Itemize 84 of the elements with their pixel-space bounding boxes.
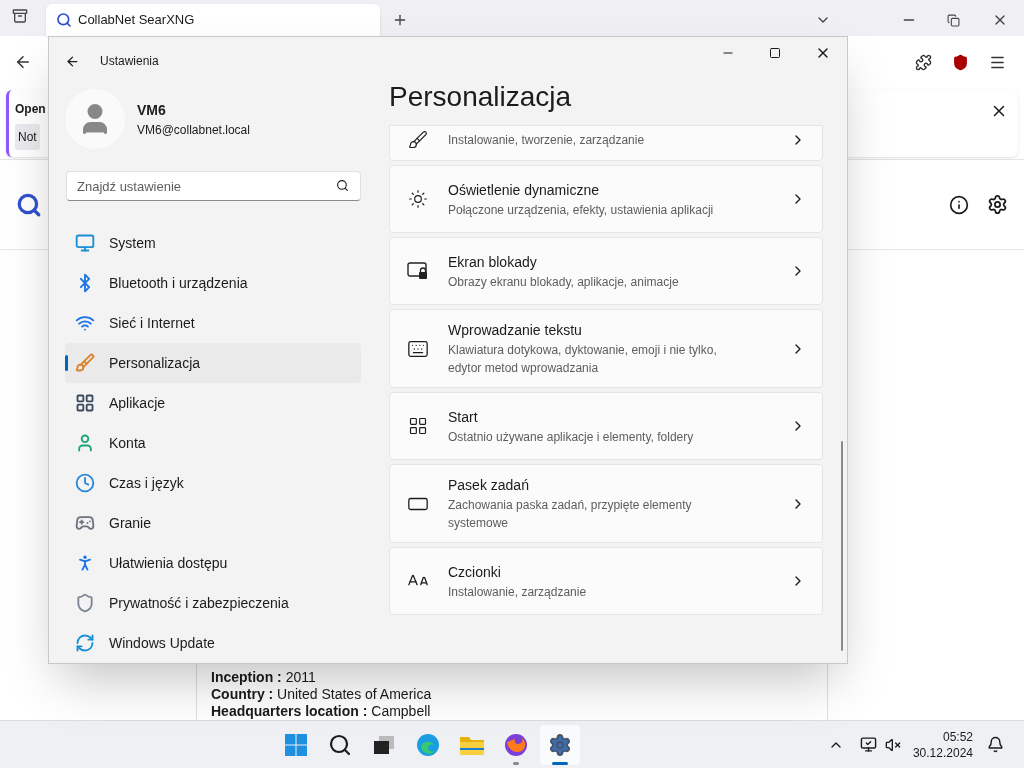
tab-title: CollabNet SearXNG [78,11,195,30]
sun-icon [408,189,428,209]
restore-icon[interactable] [947,14,960,27]
card-title: Oświetlenie dynamiczne [448,180,600,200]
nav-item[interactable]: Bluetooth i urządzenia [65,263,361,303]
running-indicator [512,761,519,765]
nav-item[interactable]: Sieć i Internet [65,303,361,343]
monitor-icon [75,233,95,253]
info-line: Inception : 2011 [211,669,317,685]
nav-item[interactable]: System [65,223,361,263]
card-title: Pasek zadań [448,476,530,495]
nav-item[interactable]: Prywatność i zabezpieczenia [65,583,361,623]
pen-icon [408,130,428,150]
shield-icon[interactable] [952,53,969,71]
back-icon[interactable] [65,53,80,69]
card-title: Start [448,407,479,427]
card-subtitle: Ostatnio używane aplikacje i elementy, foldery [448,428,695,446]
selection-indicator [65,355,68,371]
info-icon[interactable] [949,194,969,215]
nav-item[interactable]: Ułatwienia dostępu [65,543,361,583]
user-name: VM6 [137,100,167,120]
info-line: Headquarters location : Campbell [211,703,432,719]
volume-muted-icon[interactable] [884,736,901,753]
search-icon[interactable] [16,191,42,218]
taskbar-app[interactable] [539,724,580,765]
back-icon[interactable] [14,53,32,71]
settings-card[interactable]: Instalowanie, tworzenie, zarządzanie [389,125,823,161]
task-view-icon [372,734,395,755]
clock-date[interactable]: 30.12.2024 [912,744,973,761]
settings-card[interactable]: Pasek zadań Zachowania paska zadań, przypięte elementy systemowe [389,464,823,543]
fox-globe-icon [503,732,528,757]
card-subtitle: Połączone urządzenia, efekty, ustawienia aplikacji [448,201,715,219]
settings-icon[interactable] [987,194,1008,215]
card-subtitle: Klawiatura dotykowa, dyktowanie, emoji i nie tylko, edytor metod wprowadzania [448,342,718,377]
card-subtitle: Instalowanie, zarządzanie [448,583,588,601]
browser-wave-icon [415,732,440,757]
search-icon [56,12,72,28]
windows-logo-icon [283,732,308,757]
search-icon [336,179,349,192]
brush-icon [75,353,95,373]
shield-icon [75,593,95,613]
user-email: VM6@collabnet.local [137,121,250,139]
card-title: Czcionki [448,562,502,582]
running-indicator [551,761,568,765]
card-subtitle: Obrazy ekranu blokady, aplikacje, animacje [448,273,680,291]
settings-card[interactable]: Wprowadzanie tekstu Klawiatura dotykowa, dyktowanie, emoji i nie tylko, edytor metod wprowadzania [389,309,823,388]
nav-item[interactable]: Konta [65,423,361,463]
apps-icon [75,393,95,413]
maximize-icon[interactable] [769,47,781,59]
gear-icon [547,732,572,757]
settings-card[interactable]: Ekran blokady Obrazy ekranu blokady, aplikacje, animacje [389,237,823,305]
clock-time[interactable]: 05:52 [942,728,973,745]
nav-item[interactable]: Czas i język [65,463,361,503]
bell-icon[interactable] [987,736,1004,753]
notification-text: Open [15,101,46,118]
screen-lock-icon [407,262,429,280]
search-icon [327,732,352,757]
nav-item[interactable]: Granie [65,503,361,543]
notification-button[interactable]: Not [15,124,40,150]
wifi-icon [75,313,95,333]
nav-item[interactable]: Aplikacje [65,383,361,423]
card-title: Ekran blokady [448,252,538,272]
settings-card[interactable]: Czcionki Instalowanie, zarządzanie [389,547,823,615]
browser-tab[interactable]: CollabNet SearXNG [46,4,380,36]
settings-card[interactable]: Start Ostatnio używane aplikacje i elementy, foldery [389,392,823,460]
scrollbar[interactable] [841,441,843,651]
puzzle-icon[interactable] [915,53,932,71]
card-title: Wprowadzanie tekstu [448,321,583,340]
clock-icon [75,473,95,493]
info-line: Country : United States of America [211,686,433,702]
window-title: Ustawienia [100,53,159,70]
grid-icon [408,416,428,436]
search-field[interactable]: Znajdź ustawienie [66,171,361,201]
card-subtitle: Zachowania paska zadań, przypięte elementy systemowe [448,497,693,532]
gamepad-icon [75,513,95,533]
settings-card[interactable]: Oświetlenie dynamiczne Połączone urządzenia, efekty, ustawienia aplikacji [389,165,823,233]
card-subtitle: Instalowanie, tworzenie, zarządzanie [448,132,646,149]
page-heading: Personalizacja [389,85,573,114]
person-icon [75,433,95,453]
nav-item[interactable]: Personalizacja [65,343,361,383]
new-tab-icon[interactable] [392,12,408,28]
nav-item[interactable]: Windows Update [65,623,361,663]
refresh-icon [75,633,95,653]
network-icon[interactable] [859,736,877,753]
